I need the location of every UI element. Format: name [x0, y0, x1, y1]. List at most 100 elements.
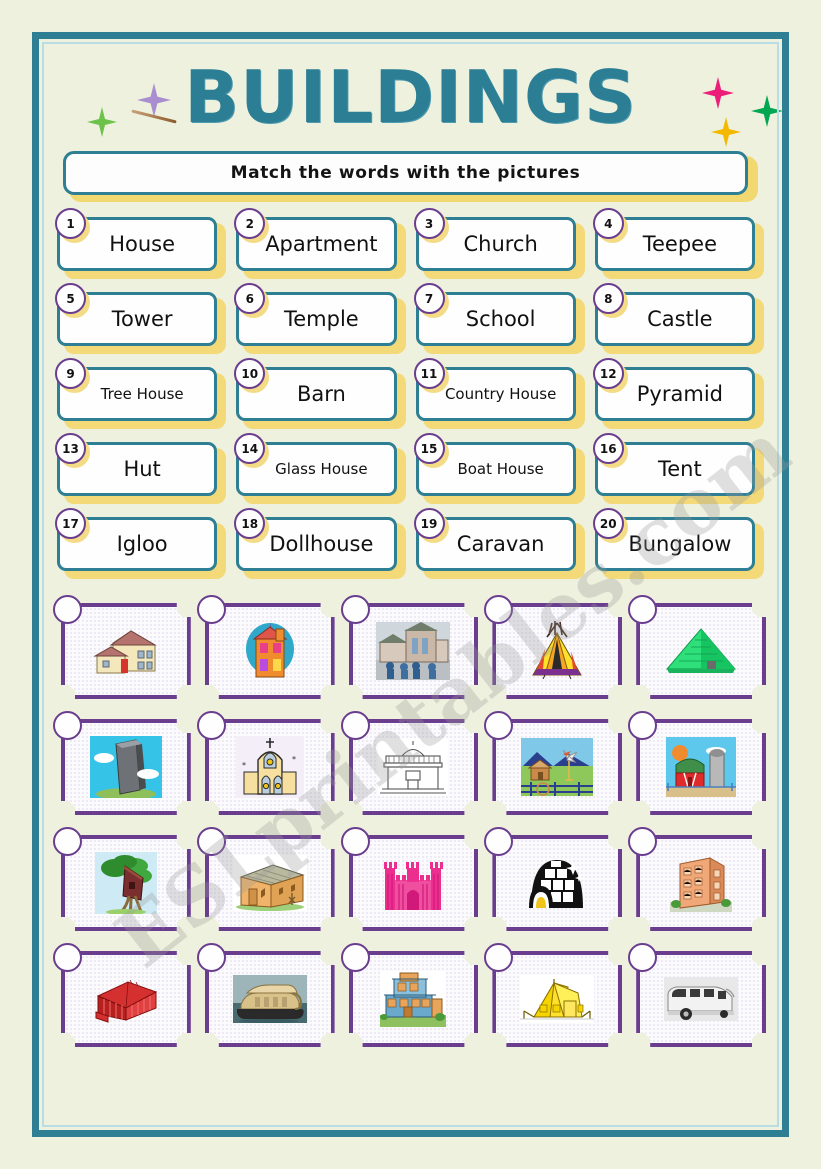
picture-card-body	[492, 835, 622, 931]
picture-card[interactable]	[340, 943, 481, 1053]
word-card[interactable]: Castle 8	[592, 283, 764, 354]
picture-card[interactable]	[53, 943, 193, 1053]
answer-circle[interactable]	[53, 943, 82, 972]
word-card[interactable]: Church 3	[413, 208, 585, 279]
word-label: Caravan	[456, 531, 545, 556]
word-number-badge: 8	[592, 283, 624, 314]
instruction-bar: Match the words with the pictures	[63, 151, 758, 203]
picture-card-body	[205, 835, 335, 931]
apartment-icon	[664, 850, 738, 916]
answer-circle[interactable]	[53, 711, 82, 740]
word-card[interactable]: Teepee 4	[592, 208, 764, 279]
worksheet-frame: BUILDINGS Match the words with the pictu…	[32, 32, 789, 1137]
word-card[interactable]: Igloo 17	[55, 508, 227, 579]
word-card[interactable]: Temple 6	[234, 283, 406, 354]
word-number-badge: 20	[592, 508, 624, 539]
picture-card[interactable]	[628, 711, 768, 821]
hut-icon	[233, 850, 307, 916]
picture-card[interactable]	[628, 827, 768, 937]
picture-card-body	[636, 835, 766, 931]
picture-card[interactable]: * *	[196, 711, 337, 821]
answer-circle[interactable]	[340, 943, 370, 972]
picture-card[interactable]	[484, 595, 624, 705]
answer-circle[interactable]	[340, 827, 370, 856]
answer-circle[interactable]	[196, 595, 226, 624]
answer-circle[interactable]	[196, 711, 226, 740]
pyramid-icon	[664, 618, 738, 684]
picture-card[interactable]	[196, 595, 337, 705]
word-card[interactable]: Caravan 19	[413, 508, 585, 579]
glass-house-icon	[89, 966, 163, 1032]
answer-circle[interactable]	[340, 711, 370, 740]
answer-circle[interactable]	[340, 595, 370, 624]
word-card[interactable]: Tree House 9	[55, 358, 227, 429]
tent-icon	[520, 966, 594, 1032]
svg-text:*: *	[292, 755, 296, 764]
temple-icon	[376, 734, 450, 800]
picture-card[interactable]	[196, 943, 337, 1053]
word-label: Pyramid	[636, 381, 723, 406]
dollhouse-icon	[233, 618, 307, 684]
picture-card[interactable]	[53, 595, 193, 705]
word-card[interactable]: Tent 16	[592, 433, 764, 504]
picture-card-body	[492, 603, 622, 699]
picture-card-body	[205, 603, 335, 699]
answer-circle[interactable]	[53, 595, 82, 624]
word-card[interactable]: Hut 13	[55, 433, 227, 504]
word-card[interactable]: Boat House 15	[413, 433, 585, 504]
word-label: Boat House	[457, 459, 544, 478]
word-label: Apartment	[265, 231, 378, 256]
word-list-grid: House 1 Apartment 2 Church 3 Teepee 4 Tower 5 Temp…	[55, 208, 764, 579]
word-card[interactable]: Bungalow 20	[592, 508, 764, 579]
word-card[interactable]: House 1	[55, 208, 227, 279]
word-label: House	[109, 231, 176, 256]
word-card[interactable]: Barn 10	[234, 358, 406, 429]
picture-card[interactable]	[196, 827, 337, 937]
answer-circle[interactable]	[628, 827, 658, 856]
word-label: Tower	[111, 306, 173, 331]
answer-circle[interactable]	[196, 943, 226, 972]
word-number-badge: 19	[413, 508, 445, 539]
picture-card[interactable]	[628, 595, 768, 705]
picture-card[interactable]	[628, 943, 768, 1053]
word-card[interactable]: Glass House 14	[234, 433, 406, 504]
answer-circle[interactable]	[196, 827, 226, 856]
word-card[interactable]: Tower 5	[55, 283, 227, 354]
picture-card-body	[61, 719, 191, 815]
picture-card-body	[636, 719, 766, 815]
tower-icon	[89, 734, 163, 800]
word-label: Temple	[284, 306, 359, 331]
picture-card[interactable]	[340, 827, 481, 937]
answer-circle[interactable]	[628, 595, 658, 624]
picture-card-body	[349, 835, 479, 931]
picture-card[interactable]	[484, 711, 624, 821]
instruction-text: Match the words with the pictures	[230, 163, 581, 183]
word-label: Teepee	[642, 231, 718, 256]
answer-circle[interactable]	[53, 827, 82, 856]
word-label: Bungalow	[628, 531, 732, 556]
word-label: Igloo	[116, 531, 168, 556]
barn-icon	[664, 734, 738, 800]
picture-card[interactable]	[484, 943, 624, 1053]
picture-card[interactable]	[340, 595, 481, 705]
word-card[interactable]: School 7	[413, 283, 585, 354]
picture-card[interactable]	[53, 711, 193, 821]
picture-card-body	[349, 603, 479, 699]
word-number-badge: 1	[55, 208, 86, 239]
word-card[interactable]: Pyramid 12	[592, 358, 764, 429]
word-card[interactable]: Country House 11	[413, 358, 585, 429]
picture-card-body	[61, 603, 191, 699]
answer-circle[interactable]	[628, 943, 658, 972]
tree-house-icon	[89, 850, 163, 916]
word-card[interactable]: Apartment 2	[234, 208, 406, 279]
word-label: Barn	[296, 381, 346, 406]
word-label: School	[465, 306, 536, 331]
word-number-badge: 5	[55, 283, 86, 314]
picture-card[interactable]	[484, 827, 624, 937]
word-number-badge: 11	[413, 358, 445, 389]
word-card[interactable]: Dollhouse 18	[234, 508, 406, 579]
picture-card[interactable]	[53, 827, 193, 937]
picture-card[interactable]	[340, 711, 481, 821]
answer-circle[interactable]	[628, 711, 658, 740]
word-number-badge: 12	[592, 358, 624, 389]
